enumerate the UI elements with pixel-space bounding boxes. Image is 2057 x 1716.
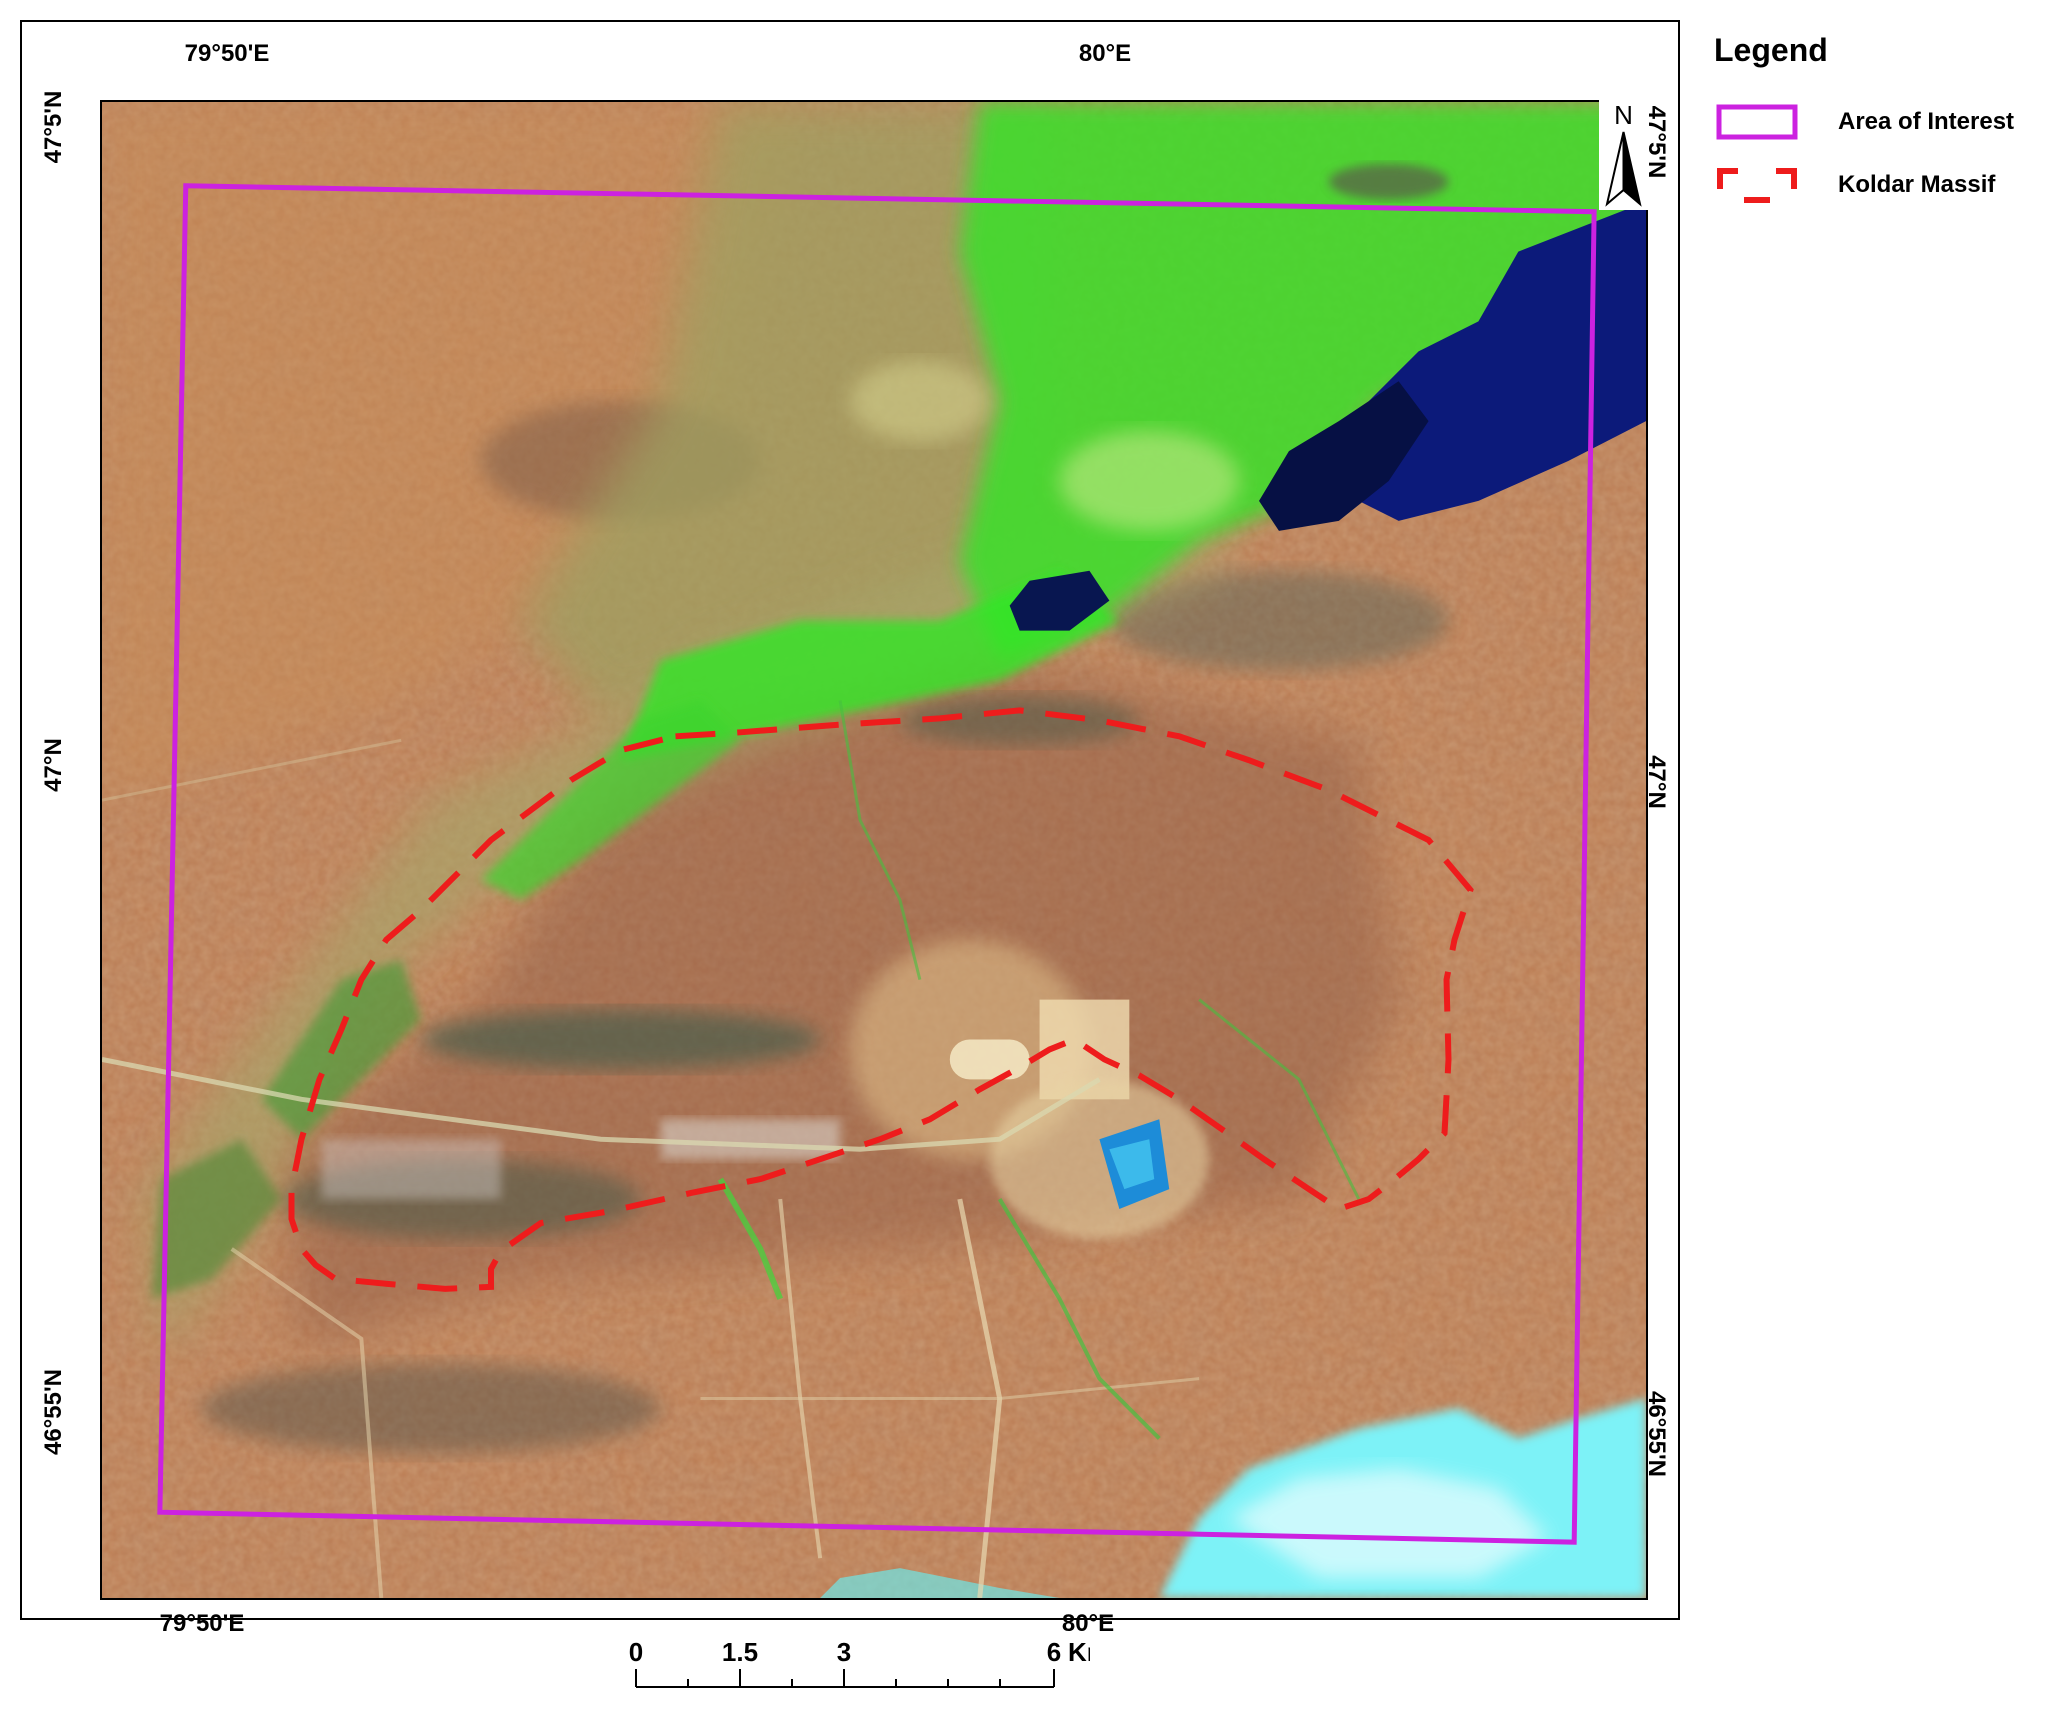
- koldar-massif-swatch: [1716, 167, 1798, 203]
- top-lon-label-1: 79°50'E: [184, 40, 270, 67]
- legend-item-koldar-massif: Koldar Massif: [1716, 165, 1995, 205]
- left-lat-label-2: 47°N: [40, 738, 67, 792]
- left-lat-label-1: 47°5'N: [40, 90, 67, 164]
- legend-title: Legend: [1714, 32, 1828, 68]
- left-lat-label-3: 46°55'N: [40, 1368, 67, 1456]
- legend-label-area-of-interest: Area of Interest: [1838, 108, 2015, 135]
- legend-label-koldar-massif: Koldar Massif: [1838, 171, 1996, 198]
- top-lon-label-2: 80°E: [1078, 40, 1132, 67]
- bottom-lon-label-2: 80°E: [1061, 1610, 1115, 1637]
- bottom-lon-label-1: 79°50'E: [159, 1610, 245, 1637]
- scale-label-2: 3: [837, 1637, 851, 1667]
- satellite-map-image: [100, 100, 1648, 1600]
- north-label: N: [1614, 100, 1633, 130]
- scale-unit: Km: [1068, 1637, 1090, 1667]
- scale-label-0: 0: [629, 1637, 643, 1667]
- legend-item-area-of-interest: Area of Interest: [1716, 102, 2014, 142]
- scale-label-3: 6: [1047, 1637, 1061, 1667]
- area-of-interest-swatch: [1716, 104, 1798, 140]
- scale-bar: 0 1.5 3 6 Km: [620, 1635, 1110, 1695]
- north-arrow-icon: N: [1599, 100, 1648, 210]
- scale-label-1: 1.5: [722, 1637, 758, 1667]
- map-frame: 79°50'E 80°E 79°50'E 80°E 47°5'N 47°N 46…: [20, 20, 1680, 1637]
- false-color-composite: [102, 102, 1646, 1598]
